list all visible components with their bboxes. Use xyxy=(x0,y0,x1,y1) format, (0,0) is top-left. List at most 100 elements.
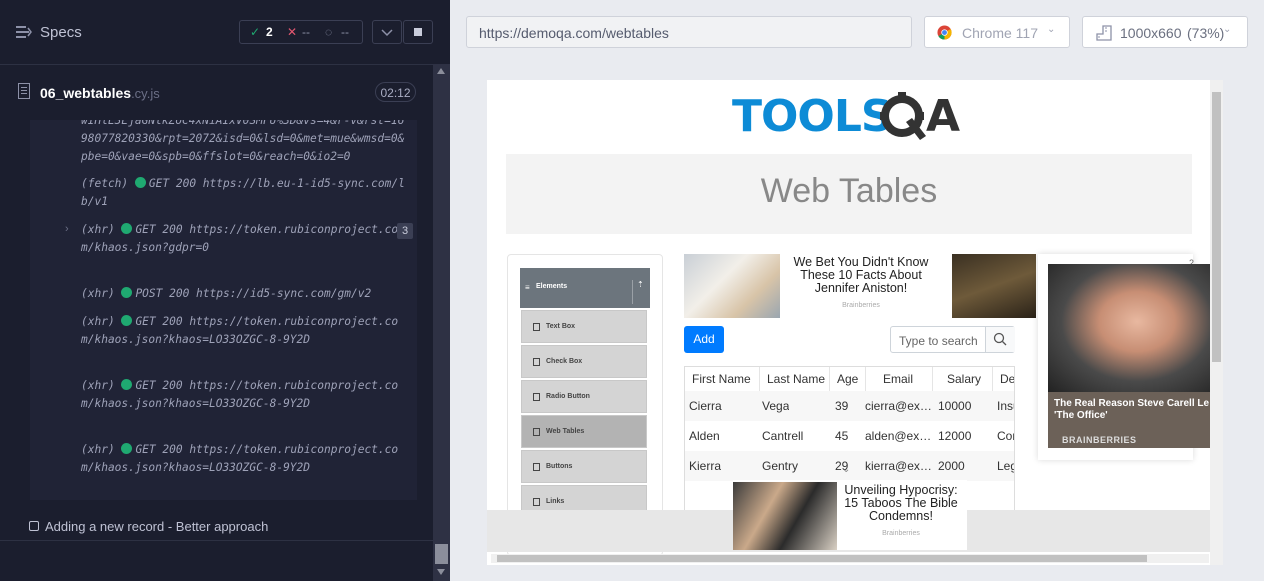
nav-label: Radio Button xyxy=(546,393,590,400)
ad-bottom[interactable]: Unveiling Hypocrisy: 15 Taboos The Bible… xyxy=(733,480,967,550)
elements-group-header[interactable]: ≡ Elements ⇡ xyxy=(520,268,650,308)
cell: Cantrell xyxy=(762,429,804,443)
aut-vertical-scrollbar[interactable] xyxy=(1210,80,1223,565)
nav-label: Text Box xyxy=(546,323,576,330)
spec-file-name: 06_webtables.cy.js xyxy=(40,85,160,101)
doc-icon xyxy=(533,463,540,471)
col-department[interactable]: Dep xyxy=(993,367,1014,391)
popup-ad-title: The Real Reason Steve Carell Le 'The Off… xyxy=(1054,398,1210,421)
status-dot-icon xyxy=(121,315,133,326)
cell: 2000 xyxy=(938,459,965,473)
nav-item-buttons[interactable]: Buttons xyxy=(521,450,647,483)
log-text: GET 200 https://lb.eu-1-id5-sync.com/lb/… xyxy=(81,177,405,208)
search-icon xyxy=(993,332,1007,346)
spec-file-ext: .cy.js xyxy=(131,86,160,101)
test-status-icon xyxy=(29,521,39,531)
spec-file-row[interactable]: 06_webtables.cy.js 02:12 xyxy=(0,65,433,119)
stop-button[interactable] xyxy=(403,20,433,44)
aut-vscroll-thumb[interactable] xyxy=(1212,92,1221,362)
doc-icon xyxy=(533,428,540,436)
log-line[interactable]: (xhr) GET 200 https://token.rubiconproje… xyxy=(81,377,411,413)
popup-ad[interactable]: The Real Reason Steve Carell Le 'The Off… xyxy=(1048,264,1210,448)
viewport-selector[interactable]: 1000x660 (73%) ⌄ xyxy=(1082,16,1248,48)
command-log: wIHlE3EjaGNlkZoC4xNiAIxV0SMFU%3D&vs=4&r-… xyxy=(30,120,417,500)
test-row[interactable]: Adding a new record - Better approach xyxy=(0,510,433,541)
log-line[interactable]: (xhr) GET 200 https://token.rubiconproje… xyxy=(81,441,411,477)
ad-top[interactable]: We Bet You Didn't Know These 10 Facts Ab… xyxy=(684,254,1038,320)
scroll-up-icon[interactable] xyxy=(437,68,445,74)
aut-horizontal-scrollbar[interactable] xyxy=(491,554,1209,563)
nav-item-web-tables[interactable]: Web Tables xyxy=(521,415,647,448)
expand-caret-icon[interactable]: › xyxy=(65,223,69,235)
stop-icon xyxy=(414,28,422,36)
cell: Cor xyxy=(997,429,1015,443)
log-line[interactable]: (xhr) GET 200 https://token.rubiconproje… xyxy=(81,313,411,349)
aut-hscroll-thumb[interactable] xyxy=(497,555,1147,562)
runner-scrollbar[interactable] xyxy=(433,64,450,581)
cell: alden@ex… xyxy=(865,429,932,443)
log-type: (xhr) xyxy=(81,443,115,456)
test-title: Adding a new record - Better approach xyxy=(45,519,269,534)
status-dot-icon xyxy=(121,287,133,298)
spec-file-base: 06_webtables xyxy=(40,85,132,101)
col-last-name[interactable]: Last Name xyxy=(760,367,830,391)
nav-item-text-box[interactable]: Text Box xyxy=(521,310,647,343)
request-count-badge: 3 xyxy=(397,223,413,239)
popup-ad-image xyxy=(1048,264,1210,392)
passed-count: 2 xyxy=(266,25,273,39)
chevron-down-icon: ⌄ xyxy=(1047,24,1056,35)
url-bar[interactable]: https://demoqa.com/webtables xyxy=(466,16,912,48)
status-dot-icon xyxy=(121,223,133,234)
table-row: Cierra Vega 39 cierra@ex… 10000 Insu xyxy=(685,391,1014,421)
doc-icon xyxy=(533,393,540,401)
log-line[interactable]: (xhr) POST 200 https://id5-sync.com/gm/v… xyxy=(81,285,411,303)
collapse-button[interactable] xyxy=(372,20,402,44)
log-type: (xhr) xyxy=(81,223,115,236)
status-dot-icon xyxy=(134,177,146,188)
group-label: Elements xyxy=(536,283,568,290)
chevron-down-icon xyxy=(381,29,393,37)
log-type: (fetch) xyxy=(81,177,129,190)
chevron-down-icon[interactable]: ⌄ xyxy=(842,464,850,475)
col-salary[interactable]: Salary xyxy=(933,367,993,391)
failed-count: -- xyxy=(302,25,310,39)
table-header: First Name Last Name Age Email Salary De… xyxy=(685,367,1014,392)
menu-icon: ≡ xyxy=(525,283,530,292)
search-box[interactable]: Type to search xyxy=(890,326,1015,353)
col-email[interactable]: Email xyxy=(866,367,933,391)
scroll-down-icon[interactable] xyxy=(437,569,445,575)
status-dot-icon xyxy=(121,443,133,454)
browser-selector[interactable]: Chrome 117 ⌄ xyxy=(924,16,1070,48)
doc-icon xyxy=(533,323,540,331)
search-button[interactable] xyxy=(985,327,1015,352)
nav-item-radio-button[interactable]: Radio Button xyxy=(521,380,647,413)
cell: Insu xyxy=(997,399,1014,413)
log-type: (xhr) xyxy=(81,315,115,328)
cell: kierra@ex… xyxy=(865,459,932,473)
log-type: (xhr) xyxy=(81,379,115,392)
popup-ad-brand: BRAINBERRIES xyxy=(1062,435,1137,445)
col-age[interactable]: Age xyxy=(830,367,866,391)
ad-top-image xyxy=(684,254,780,318)
logo-text-a: A xyxy=(926,91,961,142)
toolsqa-logo[interactable]: TOOLS A xyxy=(732,91,972,146)
specs-label[interactable]: Specs xyxy=(40,24,82,41)
runner-panel: Specs ✓ 2 ✕ -- ◌ -- 06_webtables.cy.js 0… xyxy=(0,0,450,581)
specs-menu-icon[interactable] xyxy=(16,25,32,39)
nav-label: Check Box xyxy=(546,358,583,365)
chrome-icon xyxy=(937,25,952,40)
col-first-name[interactable]: First Name xyxy=(685,367,760,391)
add-button[interactable]: Add xyxy=(684,326,724,353)
nav-item-check-box[interactable]: Check Box xyxy=(521,345,647,378)
cell: 12000 xyxy=(938,429,972,443)
search-input[interactable]: Type to search xyxy=(899,334,978,348)
log-type: (xhr) xyxy=(81,287,115,300)
cell: Vega xyxy=(762,399,790,413)
log-line[interactable]: (xhr) GET 200 https://token.rubiconproje… xyxy=(81,221,411,257)
cell: Leg xyxy=(997,459,1014,473)
log-text: POST 200 https://id5-sync.com/gm/v2 xyxy=(135,287,372,300)
log-line[interactable]: (fetch) GET 200 https://lb.eu-1-id5-sync… xyxy=(81,175,411,211)
cell: cierra@ex… xyxy=(865,399,932,413)
logo-gear-icon xyxy=(880,92,926,140)
runner-scroll-thumb[interactable] xyxy=(435,544,448,564)
